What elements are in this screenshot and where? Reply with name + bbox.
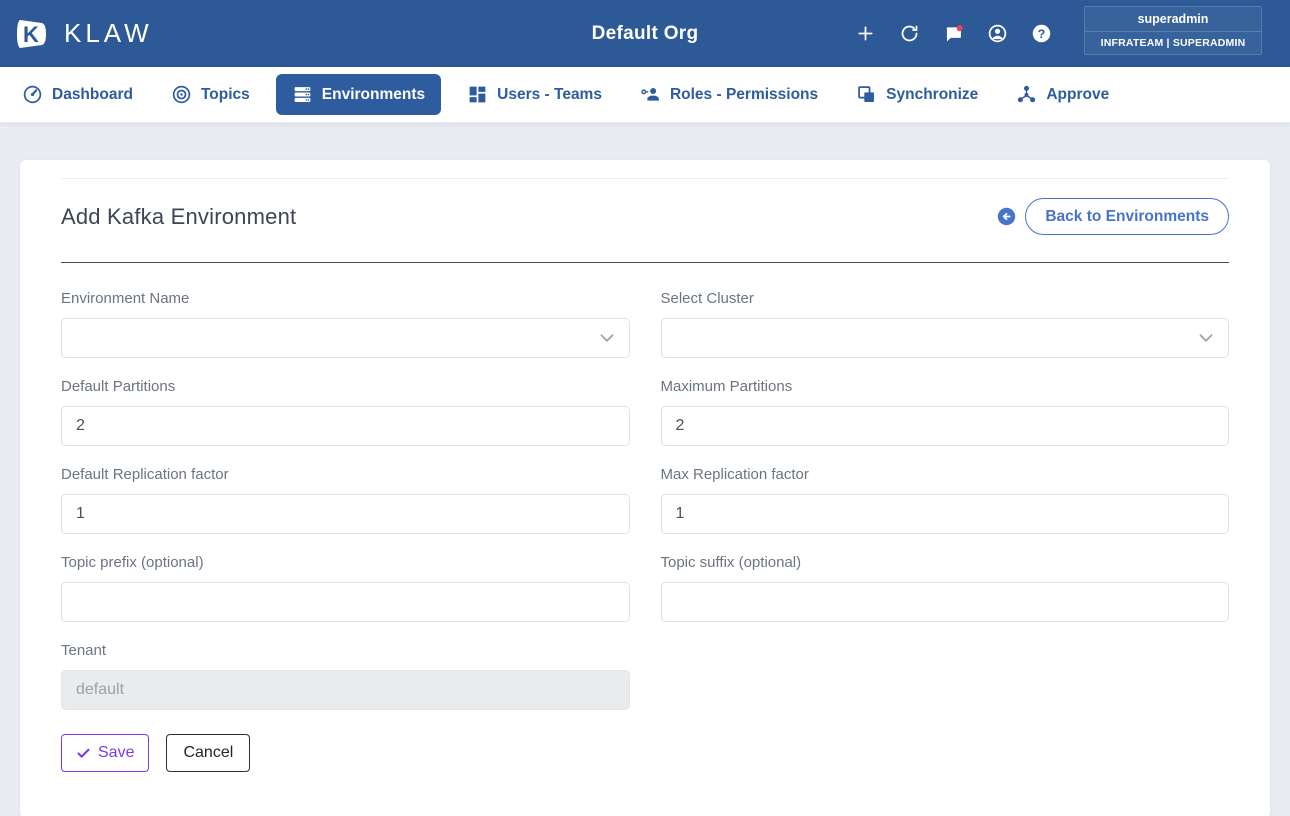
nav-label: Topics <box>200 85 250 103</box>
environment-form: Environment Name Select Cluster Default … <box>61 290 1229 710</box>
nav-item-topics[interactable]: Topics <box>159 75 262 114</box>
field-max-replication-factor: Max Replication factor <box>660 466 1229 534</box>
gauge-icon <box>23 85 42 104</box>
nav-item-roles-permissions[interactable]: Roles - Permissions <box>628 75 830 114</box>
back-to-environments-button[interactable]: Back to Environments <box>1025 198 1229 235</box>
select-cluster-select[interactable] <box>660 318 1229 358</box>
nav-label: Synchronize <box>886 85 979 103</box>
copy-squares-icon <box>858 86 875 102</box>
user-menu[interactable]: superadmin INFRATEAM | SUPERADMIN <box>1084 6 1262 55</box>
messages-icon[interactable] <box>943 23 964 44</box>
content-card: Add Kafka Environment Back to Environmen… <box>20 160 1270 816</box>
grid-icon <box>469 86 486 103</box>
nav-label: Approve <box>1046 85 1110 103</box>
check-icon <box>77 748 90 758</box>
field-label: Topic suffix (optional) <box>660 554 802 571</box>
nav-label: Dashboard <box>52 85 133 103</box>
nav-label: Users - Teams <box>497 85 602 103</box>
nav-item-users-teams[interactable]: Users - Teams <box>455 75 614 114</box>
nav-item-synchronize[interactable]: Synchronize <box>844 75 990 114</box>
nav-item-approve[interactable]: Approve <box>1004 75 1121 114</box>
header-toolbar: ? <box>855 0 1052 67</box>
save-button[interactable]: Save <box>61 734 150 772</box>
svg-text:?: ? <box>1038 27 1045 41</box>
server-stack-icon <box>294 87 311 102</box>
save-label: Save <box>98 744 135 761</box>
notification-badge <box>956 25 963 32</box>
field-label: Environment Name <box>61 290 190 307</box>
org-title: Default Org <box>591 22 699 44</box>
svg-text:K: K <box>23 22 39 47</box>
target-icon <box>172 85 191 104</box>
field-label: Topic prefix (optional) <box>61 554 204 571</box>
topic-suffix-input[interactable] <box>660 582 1229 622</box>
max-replication-factor-input[interactable] <box>660 494 1229 534</box>
field-label: Tenant <box>61 642 107 659</box>
plus-icon[interactable] <box>855 23 876 44</box>
account-icon[interactable] <box>987 23 1008 44</box>
field-maximum-partitions: Maximum Partitions <box>660 378 1229 446</box>
user-team-role: INFRATEAM | SUPERADMIN <box>1085 31 1261 54</box>
field-default-replication-factor: Default Replication factor <box>61 466 630 534</box>
tenant-input <box>61 670 630 710</box>
cancel-button[interactable]: Cancel <box>166 734 251 772</box>
klaw-logo-icon: K <box>12 13 54 55</box>
topic-prefix-input[interactable] <box>61 582 630 622</box>
maximum-partitions-input[interactable] <box>660 406 1229 446</box>
field-label: Default Partitions <box>61 378 176 395</box>
field-topic-suffix: Topic suffix (optional) <box>660 554 1229 622</box>
field-environment-name: Environment Name <box>61 290 630 358</box>
user-name: superadmin <box>1137 12 1209 26</box>
field-topic-prefix: Topic prefix (optional) <box>61 554 630 622</box>
form-actions: Save Cancel <box>61 734 1229 772</box>
brand[interactable]: K KLAW <box>0 13 153 55</box>
page-title: Add Kafka Environment <box>61 203 297 229</box>
default-partitions-input[interactable] <box>61 406 630 446</box>
app-header: K KLAW Default Org ? superadmin INFRATEA… <box>0 0 1290 67</box>
field-tenant: Tenant <box>61 642 630 710</box>
field-label: Max Replication factor <box>660 466 809 483</box>
field-select-cluster: Select Cluster <box>660 290 1229 358</box>
nav-item-dashboard[interactable]: Dashboard <box>10 75 145 114</box>
nav-item-environments[interactable]: Environments <box>275 74 442 115</box>
hub-icon <box>1018 85 1036 103</box>
field-label: Default Replication factor <box>61 466 229 483</box>
section-divider <box>61 262 1229 263</box>
brand-name: KLAW <box>64 18 153 48</box>
default-replication-factor-input[interactable] <box>61 494 630 534</box>
refresh-icon[interactable] <box>899 23 920 44</box>
main-nav: Dashboard Topics Environments Users - Te… <box>0 67 1290 123</box>
nav-label: Roles - Permissions <box>669 85 819 103</box>
person-key-icon <box>641 88 659 101</box>
nav-label: Environments <box>321 85 426 103</box>
field-default-partitions: Default Partitions <box>61 378 630 446</box>
help-icon[interactable]: ? <box>1031 23 1052 44</box>
environment-name-select[interactable] <box>61 318 630 358</box>
field-label: Select Cluster <box>660 290 754 307</box>
back-arrow-circle-icon[interactable] <box>997 207 1016 226</box>
field-label: Maximum Partitions <box>660 378 793 395</box>
